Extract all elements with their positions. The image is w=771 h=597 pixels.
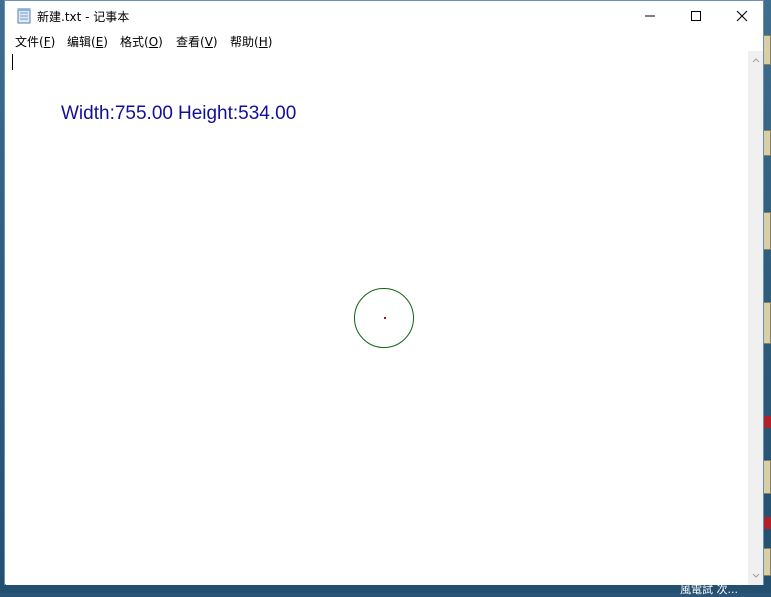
vertical-scrollbar[interactable] bbox=[748, 51, 763, 585]
menu-format[interactable]: 格式(O) bbox=[120, 33, 163, 50]
notepad-icon bbox=[17, 8, 31, 24]
minimize-button[interactable] bbox=[627, 1, 673, 31]
scroll-up-icon bbox=[752, 58, 759, 63]
window-title: 新建.txt - 记事本 bbox=[37, 10, 130, 24]
maximize-button[interactable] bbox=[673, 1, 719, 31]
menu-bar: 文件(F) 编辑(E) 格式(O) 查看(V) 帮助(H) bbox=[5, 31, 763, 51]
close-button[interactable] bbox=[719, 1, 765, 31]
minimize-icon bbox=[645, 15, 655, 17]
text-caret bbox=[12, 54, 13, 70]
menu-file[interactable]: 文件(F) bbox=[15, 33, 55, 50]
maximize-icon bbox=[691, 11, 701, 21]
title-bar[interactable]: 新建.txt - 记事本 bbox=[5, 1, 763, 31]
menu-edit[interactable]: 编辑(E) bbox=[67, 33, 108, 50]
dimension-label: Width:755.00 Height:534.00 bbox=[61, 103, 296, 125]
scroll-down-button[interactable] bbox=[748, 569, 763, 583]
height-label: Height:534.00 bbox=[177, 103, 297, 124]
scroll-down-icon bbox=[752, 573, 759, 578]
scroll-up-button[interactable] bbox=[748, 53, 763, 67]
target-center-dot bbox=[384, 317, 386, 319]
menu-help[interactable]: 帮助(H) bbox=[230, 33, 272, 50]
menu-view[interactable]: 查看(V) bbox=[176, 33, 218, 50]
close-icon bbox=[736, 10, 748, 22]
width-label: Width:755.00 bbox=[61, 103, 173, 124]
